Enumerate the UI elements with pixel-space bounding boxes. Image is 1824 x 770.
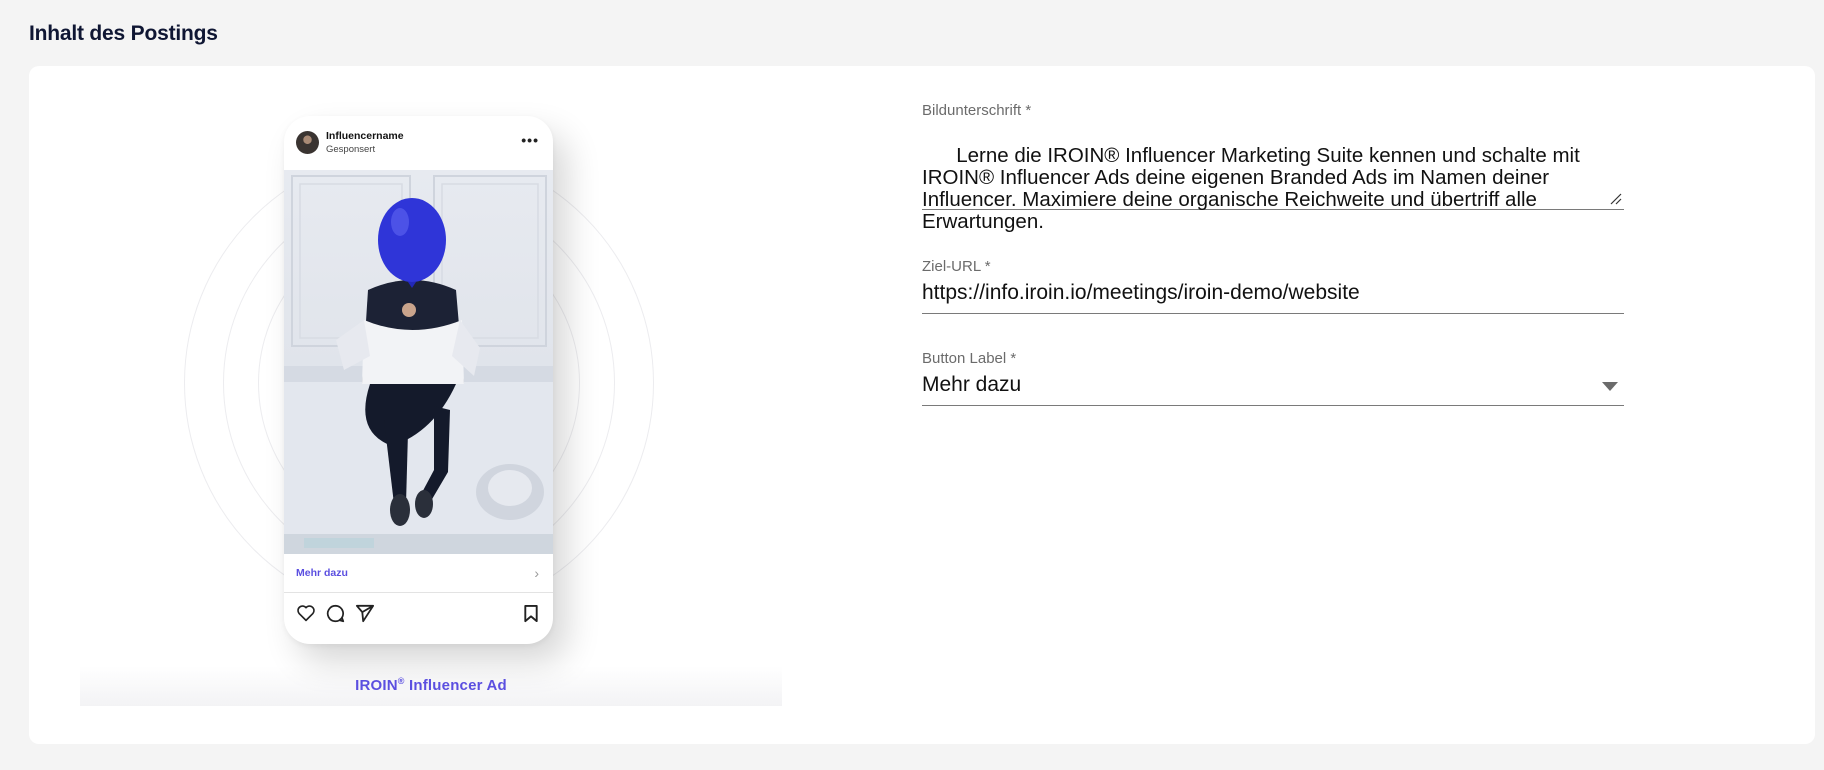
comment-icon[interactable] (326, 604, 345, 623)
caption-textarea[interactable]: Lerne die IROIN® Influencer Marketing Su… (922, 123, 1624, 233)
caption-text: Lerne die IROIN® Influencer Marketing Su… (922, 144, 1586, 233)
caption-label: Bildunterschrift * (922, 102, 1032, 119)
caption-field: Bildunterschrift * Lerne die IROIN® Infl… (922, 102, 1624, 233)
phone-mockup: Influencername Gesponsert ••• Mehr dazu … (284, 116, 553, 644)
button-label-select[interactable]: Mehr dazu (922, 373, 1624, 406)
post-photo-illustration (284, 175, 553, 554)
more-dots-icon: ••• (521, 132, 539, 148)
target-url-input[interactable]: https://info.iroin.io/meetings/iroin-dem… (922, 281, 1624, 314)
sponsored-label: Gesponsert (326, 144, 376, 155)
post-header: Influencername Gesponsert ••• (284, 116, 553, 170)
avatar (296, 131, 319, 154)
ad-type-suffix: Influencer Ad (404, 677, 507, 694)
resize-handle-icon[interactable] (1610, 193, 1622, 205)
influencer-name: Influencername (326, 130, 404, 142)
send-icon[interactable] (355, 604, 375, 623)
cta-bar[interactable]: Mehr dazu › (284, 554, 553, 593)
button-label-label: Button Label * (922, 350, 1017, 367)
registered-mark: ® (397, 676, 405, 686)
button-label-field: Button Label * Mehr dazu (922, 350, 1624, 406)
ad-preview: Influencername Gesponsert ••• Mehr dazu … (80, 94, 782, 706)
brand-name: IROIN (355, 677, 398, 694)
section-title: Inhalt des Postings (29, 22, 218, 45)
post-image (284, 170, 553, 554)
target-url-field: Ziel-URL * https://info.iroin.io/meeting… (922, 258, 1624, 314)
cta-label: Mehr dazu (296, 567, 348, 579)
target-url-label: Ziel-URL * (922, 258, 991, 275)
button-label-selected: Mehr dazu (922, 373, 1022, 396)
bookmark-icon[interactable] (523, 604, 539, 623)
caret-down-icon[interactable] (1602, 382, 1618, 391)
chevron-right-icon: › (534, 565, 539, 581)
heart-icon[interactable] (296, 604, 316, 622)
ad-type-caption: IROIN® Influencer Ad (80, 676, 782, 694)
post-actions (284, 592, 553, 636)
posting-content-card: Influencername Gesponsert ••• Mehr dazu … (29, 66, 1815, 744)
